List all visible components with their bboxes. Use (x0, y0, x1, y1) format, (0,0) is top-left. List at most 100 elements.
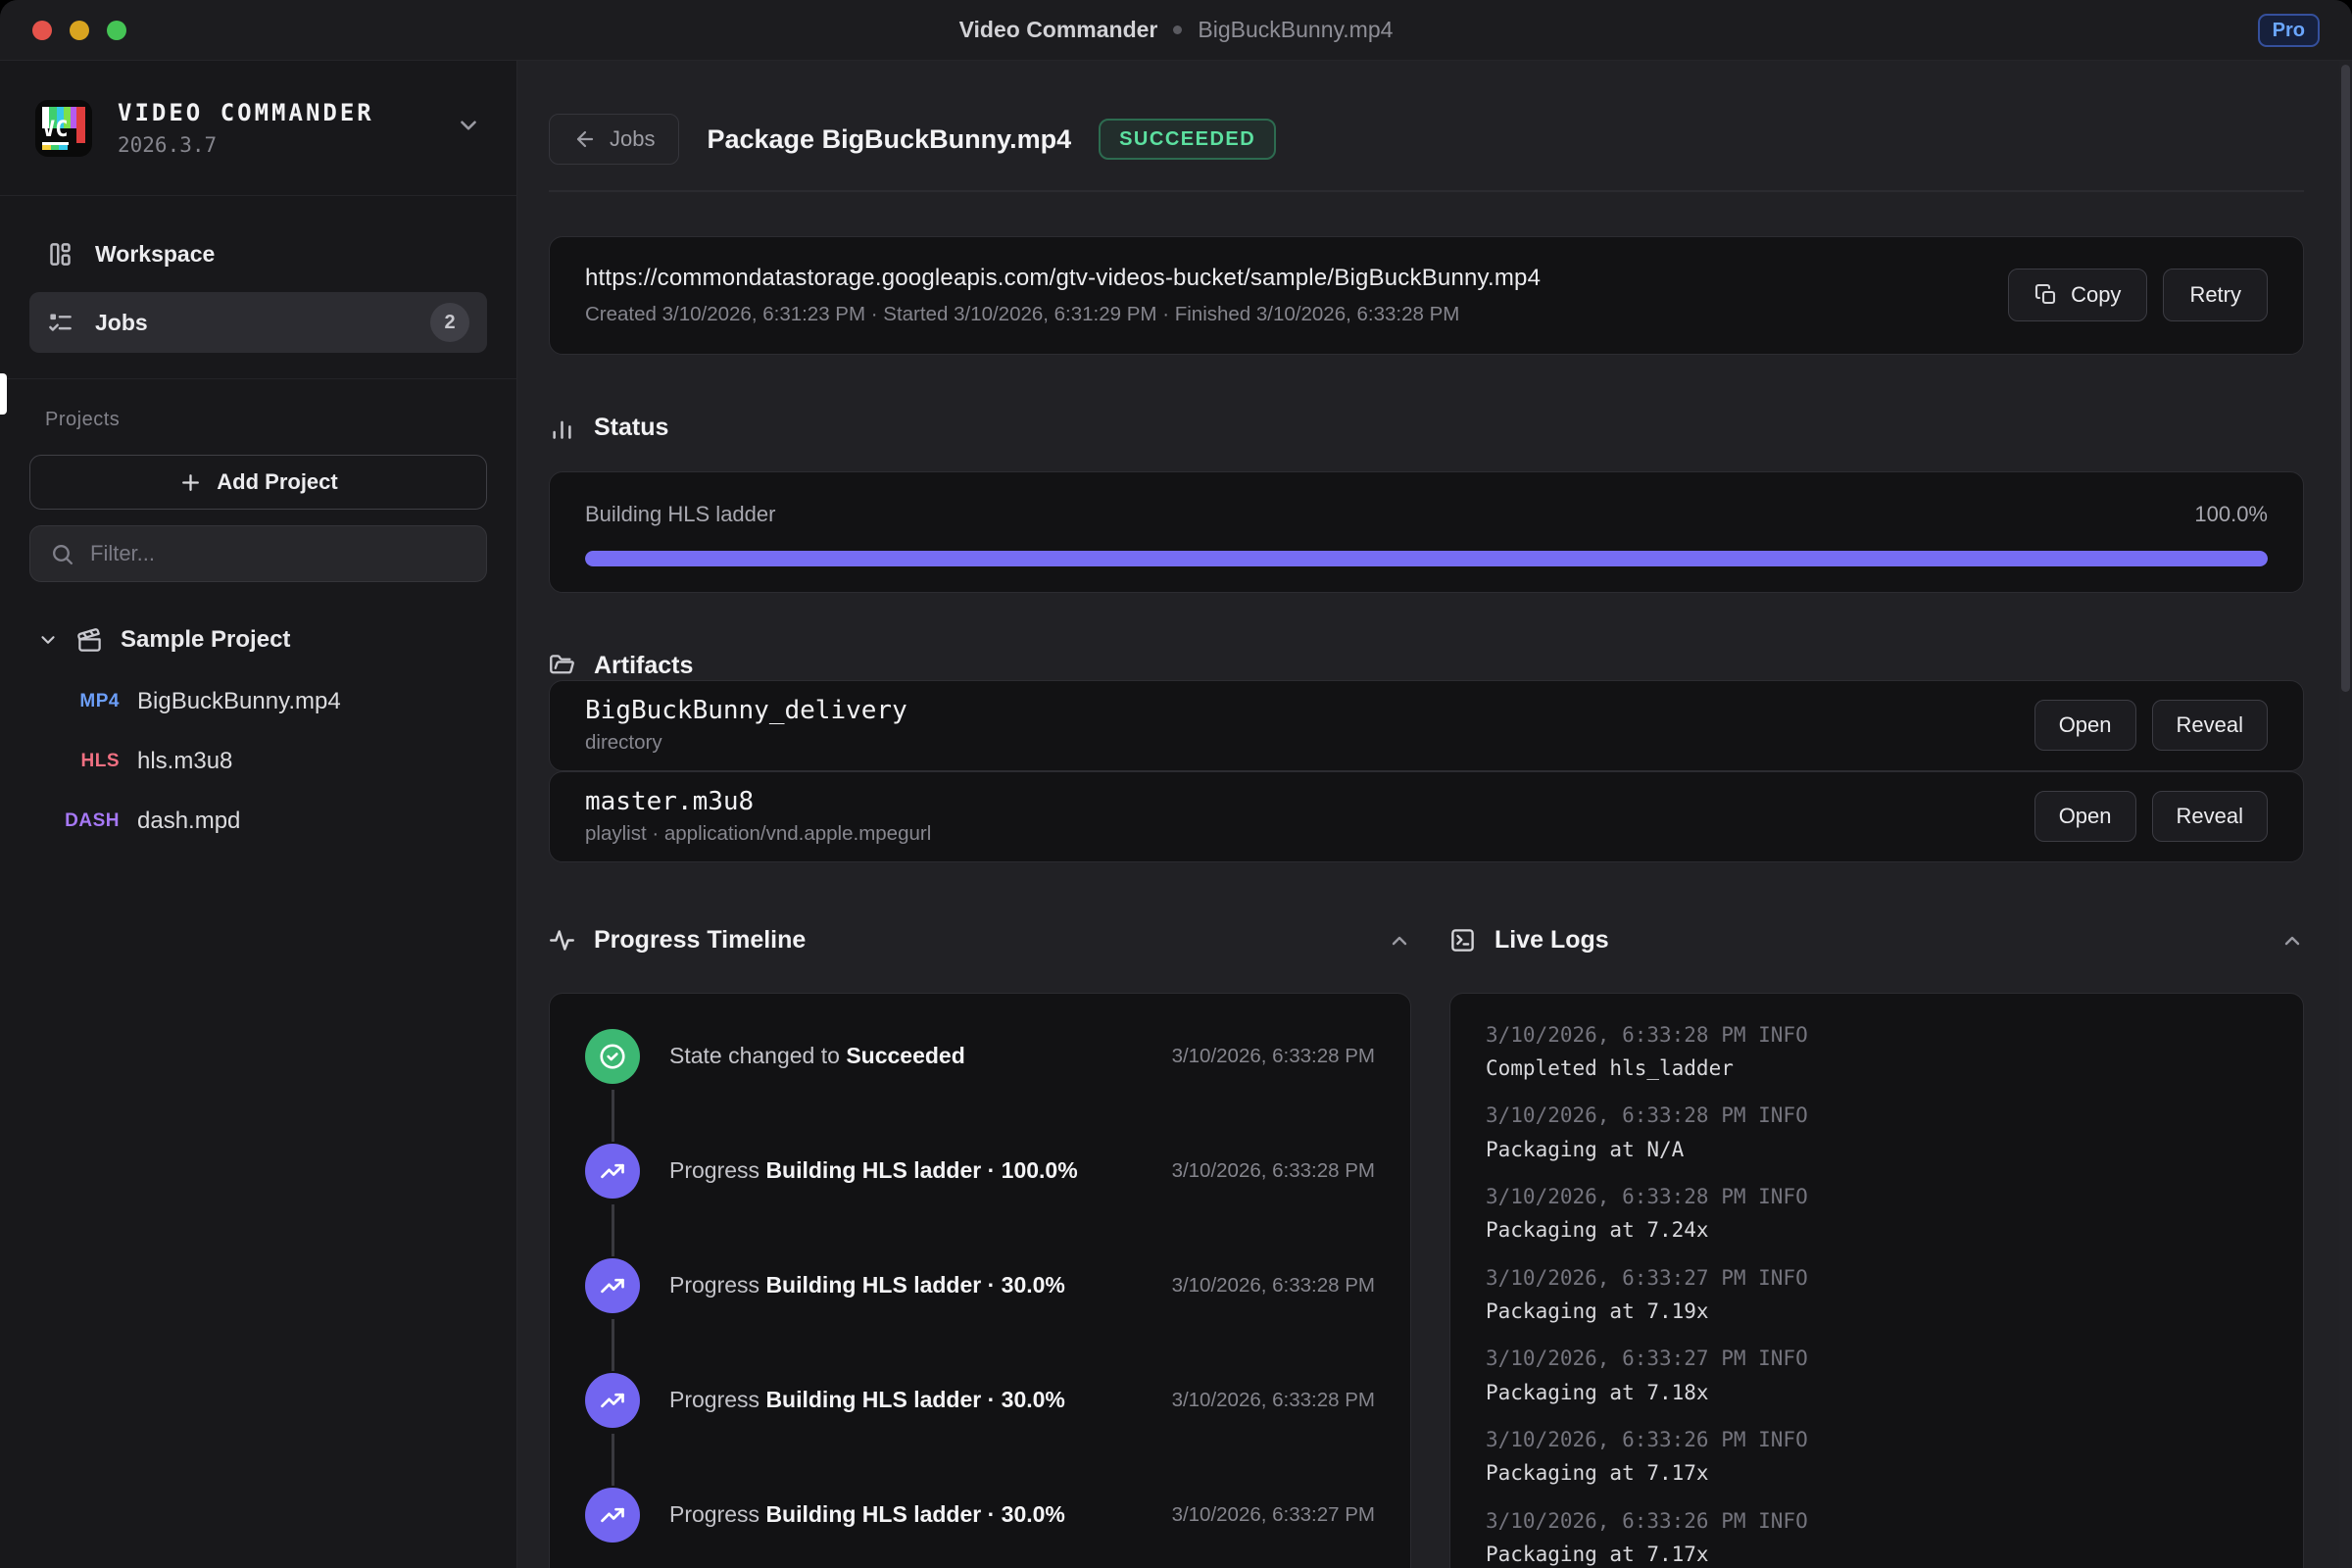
event-detail: Building HLS ladder · 30.0% (765, 1272, 1064, 1298)
plus-icon (178, 470, 203, 495)
zoom-window-button[interactable] (107, 21, 126, 40)
tree-file-row[interactable]: HLS hls.m3u8 (29, 739, 487, 784)
log-entry: 3/10/2026, 6:33:27 PM INFO Packaging at … (1486, 1345, 2268, 1406)
close-window-button[interactable] (32, 21, 52, 40)
active-nav-indicator (0, 373, 7, 415)
status-card: Building HLS ladder 100.0% (549, 471, 2304, 593)
log-entry: 3/10/2026, 6:33:28 PM INFO Packaging at … (1486, 1102, 2268, 1163)
scrollbar-thumb[interactable] (2341, 65, 2350, 692)
event-detail: Succeeded (846, 1043, 964, 1068)
app-window: Video Commander BigBuckBunny.mp4 Pro VC … (0, 0, 2352, 1568)
log-message: Packaging at 7.17x (1486, 1541, 2268, 1568)
tree-project-row[interactable]: Sample Project (29, 615, 487, 664)
tree-file-row[interactable]: MP4 BigBuckBunny.mp4 (29, 679, 487, 724)
jobs-count-badge: 2 (430, 303, 469, 342)
log-timestamp: 3/10/2026, 6:33:26 PM INFO (1486, 1507, 2268, 1535)
file-name: dash.mpd (137, 808, 240, 835)
add-project-button[interactable]: Add Project (29, 455, 487, 510)
logo-text: VC (42, 119, 69, 144)
logs-column: Live Logs 3/10/2026, 6:33:28 PM INFO Com… (1449, 918, 2304, 1568)
logo-red-bar (76, 107, 85, 143)
app-name: VIDEO COMMANDER (118, 99, 430, 126)
reveal-artifact-button[interactable]: Reveal (2152, 700, 2268, 751)
timeline-event: Progress Building HLS ladder · 30.0% 3/1… (585, 1373, 1375, 1488)
terminal-icon (1449, 927, 1476, 954)
event-detail: Building HLS ladder · 30.0% (765, 1387, 1064, 1412)
jobs-checklist-icon (47, 310, 74, 336)
sidebar-nav: Workspace Jobs 2 (0, 196, 516, 379)
main-scrollbar[interactable] (2339, 61, 2352, 1568)
log-message: Packaging at 7.19x (1486, 1298, 2268, 1325)
page-title: Package BigBuckBunny.mp4 (707, 124, 1071, 155)
retry-button[interactable]: Retry (2163, 269, 2268, 321)
check-circle-icon (598, 1042, 627, 1071)
event-prefix: Progress (669, 1272, 760, 1298)
artifacts-section-header: Artifacts (549, 652, 2304, 680)
log-message: Packaging at 7.24x (1486, 1216, 2268, 1244)
trending-up-icon (599, 1272, 626, 1299)
event-prefix: Progress (669, 1387, 760, 1412)
event-timestamp: 3/10/2026, 6:33:28 PM (1172, 1045, 1375, 1068)
log-timestamp: 3/10/2026, 6:33:28 PM INFO (1486, 1102, 2268, 1129)
timeline-event: Progress Building HLS ladder · 100.0% 3/… (585, 1144, 1375, 1258)
chevron-up-icon[interactable] (2280, 929, 2304, 953)
artifact-card: master.m3u8 playlist · application/vnd.a… (549, 771, 2304, 862)
file-format-tag: MP4 (29, 691, 120, 712)
file-name: BigBuckBunny.mp4 (137, 688, 341, 715)
retry-button-label: Retry (2189, 282, 2241, 308)
timeline-panel: State changed to Succeeded 3/10/2026, 6:… (549, 993, 1411, 1568)
copy-button-label: Copy (2071, 282, 2121, 308)
logs-panel[interactable]: 3/10/2026, 6:33:28 PM INFO Completed hls… (1449, 993, 2304, 1568)
artifacts-section-title: Artifacts (594, 652, 693, 680)
app-version: 2026.3.7 (118, 133, 430, 157)
nav-label: Workspace (95, 241, 215, 268)
sidebar-item-jobs[interactable]: Jobs 2 (29, 292, 487, 353)
minimize-window-button[interactable] (70, 21, 89, 40)
log-timestamp: 3/10/2026, 6:33:26 PM INFO (1486, 1426, 2268, 1453)
nav-label: Jobs (95, 310, 148, 336)
artifact-name: BigBuckBunny_delivery (585, 696, 907, 725)
filter-input[interactable] (90, 541, 466, 566)
event-prefix: Progress (669, 1501, 760, 1527)
add-project-label: Add Project (217, 469, 337, 495)
project-filter[interactable] (29, 525, 487, 582)
reveal-artifact-button[interactable]: Reveal (2152, 791, 2268, 842)
event-timestamp: 3/10/2026, 6:33:28 PM (1172, 1389, 1375, 1412)
sidebar-item-workspace[interactable]: Workspace (29, 225, 487, 282)
back-to-jobs-button[interactable]: Jobs (549, 114, 679, 165)
log-entry: 3/10/2026, 6:33:28 PM INFO Packaging at … (1486, 1183, 2268, 1245)
log-timestamp: 3/10/2026, 6:33:28 PM INFO (1486, 1183, 2268, 1210)
log-timestamp: 3/10/2026, 6:33:27 PM INFO (1486, 1264, 2268, 1292)
log-message: Packaging at N/A (1486, 1136, 2268, 1163)
tree-file-row[interactable]: DASH dash.mpd (29, 799, 487, 844)
timeline-event: State changed to Succeeded 3/10/2026, 6:… (585, 1029, 1375, 1144)
current-stage-label: Building HLS ladder (585, 502, 775, 527)
sidebar-header[interactable]: VC VIDEO COMMANDER 2026.3.7 (0, 61, 516, 196)
pro-badge[interactable]: Pro (2258, 14, 2320, 47)
timeline-event: Progress Building HLS ladder · 30.0% 3/1… (585, 1258, 1375, 1373)
main-content: Jobs Package BigBuckBunny.mp4 SUCCEEDED … (517, 61, 2352, 1568)
open-artifact-button[interactable]: Open (2034, 791, 2136, 842)
chevron-down-icon[interactable] (37, 629, 59, 651)
status-badge: SUCCEEDED (1099, 119, 1276, 160)
titlebar-separator-dot (1173, 25, 1182, 34)
clapperboard-icon (76, 627, 103, 654)
trending-up-icon (599, 1387, 626, 1414)
timeline-event: Progress Building HLS ladder · 30.0% 3/1… (585, 1488, 1375, 1568)
file-format-tag: HLS (29, 751, 120, 772)
trending-up-icon (599, 1157, 626, 1185)
tree-children: MP4 BigBuckBunny.mp4 HLS hls.m3u8 DASH d… (29, 679, 487, 844)
project-name: Sample Project (121, 626, 290, 654)
artifact-card: BigBuckBunny_delivery directory Open Rev… (549, 680, 2304, 771)
copy-button[interactable]: Copy (2008, 269, 2147, 321)
open-artifact-button[interactable]: Open (2034, 700, 2136, 751)
log-message: Packaging at 7.18x (1486, 1379, 2268, 1406)
artifact-description: directory (585, 731, 907, 755)
header-divider (549, 190, 2304, 192)
folder-open-icon (549, 653, 575, 679)
file-name: hls.m3u8 (137, 748, 232, 775)
chevron-up-icon[interactable] (1388, 929, 1411, 953)
workspace-layout-icon (47, 241, 74, 268)
chevron-down-icon[interactable] (456, 113, 481, 143)
event-prefix: Progress (669, 1157, 760, 1183)
